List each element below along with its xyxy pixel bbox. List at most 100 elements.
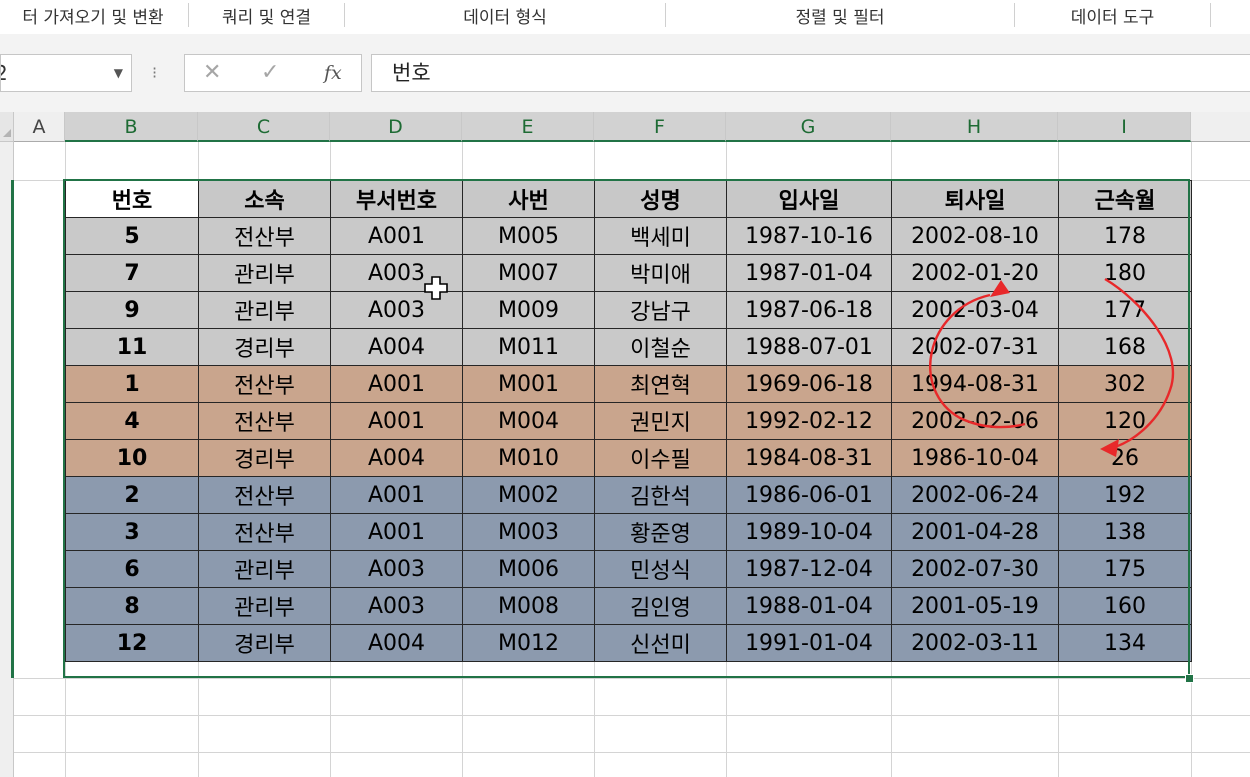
formula-input[interactable]: 번호 — [371, 54, 1250, 92]
column-header-h[interactable]: H — [891, 112, 1058, 142]
cell-dept-code[interactable]: A001 — [330, 513, 463, 551]
cell-leave-date[interactable]: 2002-01-20 — [891, 254, 1059, 292]
fill-handle[interactable] — [1185, 674, 1194, 683]
cell-tenure-months[interactable]: 120 — [1058, 402, 1192, 440]
cell-dept-code[interactable]: A004 — [330, 624, 463, 662]
cell-employee-id[interactable]: M011 — [462, 328, 595, 366]
cell-employee-id[interactable]: M007 — [462, 254, 595, 292]
cell-employee-id[interactable]: M006 — [462, 550, 595, 588]
cell-number[interactable]: 10 — [65, 439, 199, 477]
header-cell-department[interactable]: 소속 — [198, 180, 331, 218]
cell-hire-date[interactable]: 1987-06-18 — [726, 291, 892, 329]
cell-number[interactable]: 11 — [65, 328, 199, 366]
employee-table[interactable]: 번호 소속 부서번호 사번 성명 입사일 퇴사일 근속월 5 전산부 A001 … — [65, 180, 1192, 662]
cell-department[interactable]: 전산부 — [198, 402, 331, 440]
cell-department[interactable]: 전산부 — [198, 476, 331, 514]
column-header-j[interactable] — [1191, 112, 1250, 142]
cell-number[interactable]: 9 — [65, 291, 199, 329]
cell-tenure-months[interactable]: 175 — [1058, 550, 1192, 588]
column-header-d[interactable]: D — [330, 112, 462, 142]
column-header-i[interactable]: I — [1058, 112, 1191, 142]
cell-department[interactable]: 경리부 — [198, 439, 331, 477]
cell-leave-date[interactable]: 2001-04-28 — [891, 513, 1059, 551]
cell-hire-date[interactable]: 1988-01-04 — [726, 587, 892, 625]
cell-leave-date[interactable]: 2002-08-10 — [891, 217, 1059, 255]
cell-leave-date[interactable]: 2002-07-31 — [891, 328, 1059, 366]
header-cell-number[interactable]: 번호 — [65, 180, 199, 218]
cell-name[interactable]: 권민지 — [594, 402, 727, 440]
cell-leave-date[interactable]: 1986-10-04 — [891, 439, 1059, 477]
cell-tenure-months[interactable]: 178 — [1058, 217, 1192, 255]
cell-dept-code[interactable]: A001 — [330, 365, 463, 403]
cell-number[interactable]: 5 — [65, 217, 199, 255]
column-header-b[interactable]: B — [65, 112, 198, 142]
cell-name[interactable]: 박미애 — [594, 254, 727, 292]
cell-tenure-months[interactable]: 192 — [1058, 476, 1192, 514]
cell-number[interactable]: 4 — [65, 402, 199, 440]
formula-bar-grip-icon[interactable]: ⁝ — [152, 54, 157, 92]
cell-name[interactable]: 민성식 — [594, 550, 727, 588]
cell-dept-code[interactable]: A001 — [330, 476, 463, 514]
cell-department[interactable]: 경리부 — [198, 624, 331, 662]
cancel-icon[interactable]: ✕ — [203, 55, 221, 91]
cell-dept-code[interactable]: A001 — [330, 217, 463, 255]
column-header-g[interactable]: G — [726, 112, 891, 142]
cell-number[interactable]: 7 — [65, 254, 199, 292]
cell-hire-date[interactable]: 1991-01-04 — [726, 624, 892, 662]
cell-hire-date[interactable]: 1992-02-12 — [726, 402, 892, 440]
cell-department[interactable]: 관리부 — [198, 550, 331, 588]
cell-hire-date[interactable]: 1987-12-04 — [726, 550, 892, 588]
cell-department[interactable]: 관리부 — [198, 587, 331, 625]
cell-dept-code[interactable]: A003 — [330, 587, 463, 625]
cell-leave-date[interactable]: 2002-03-04 — [891, 291, 1059, 329]
header-cell-employee-id[interactable]: 사번 — [462, 180, 595, 218]
cell-tenure-months[interactable]: 177 — [1058, 291, 1192, 329]
cell-tenure-months[interactable]: 26 — [1058, 439, 1192, 477]
cell-tenure-months[interactable]: 180 — [1058, 254, 1192, 292]
cell-department[interactable]: 관리부 — [198, 291, 331, 329]
header-cell-leave-date[interactable]: 퇴사일 — [891, 180, 1059, 218]
insert-function-icon[interactable]: fx — [324, 55, 342, 91]
cell-number[interactable]: 2 — [65, 476, 199, 514]
cell-employee-id[interactable]: M010 — [462, 439, 595, 477]
cell-employee-id[interactable]: M002 — [462, 476, 595, 514]
cell-name[interactable]: 신선미 — [594, 624, 727, 662]
cell-employee-id[interactable]: M008 — [462, 587, 595, 625]
cell-number[interactable]: 6 — [65, 550, 199, 588]
cell-employee-id[interactable]: M003 — [462, 513, 595, 551]
cell-name[interactable]: 백세미 — [594, 217, 727, 255]
cell-leave-date[interactable]: 2001-05-19 — [891, 587, 1059, 625]
header-cell-dept-code[interactable]: 부서번호 — [330, 180, 463, 218]
column-header-a[interactable]: A — [14, 112, 65, 142]
name-box[interactable]: 2 ▼ — [0, 54, 132, 92]
cell-department[interactable]: 관리부 — [198, 254, 331, 292]
cell-hire-date[interactable]: 1984-08-31 — [726, 439, 892, 477]
cell-tenure-months[interactable]: 160 — [1058, 587, 1192, 625]
cell-department[interactable]: 전산부 — [198, 365, 331, 403]
cell-number[interactable]: 1 — [65, 365, 199, 403]
select-all-button[interactable] — [0, 112, 14, 142]
cell-employee-id[interactable]: M012 — [462, 624, 595, 662]
cell-tenure-months[interactable]: 168 — [1058, 328, 1192, 366]
cell-number[interactable]: 12 — [65, 624, 199, 662]
cell-dept-code[interactable]: A001 — [330, 402, 463, 440]
cell-tenure-months[interactable]: 138 — [1058, 513, 1192, 551]
cell-hire-date[interactable]: 1969-06-18 — [726, 365, 892, 403]
cell-number[interactable]: 3 — [65, 513, 199, 551]
cell-employee-id[interactable]: M001 — [462, 365, 595, 403]
cell-hire-date[interactable]: 1987-10-16 — [726, 217, 892, 255]
cell-hire-date[interactable]: 1987-01-04 — [726, 254, 892, 292]
cell-name[interactable]: 강남구 — [594, 291, 727, 329]
cell-department[interactable]: 전산부 — [198, 217, 331, 255]
cell-name[interactable]: 김한석 — [594, 476, 727, 514]
column-header-f[interactable]: F — [594, 112, 726, 142]
cell-name[interactable]: 이철순 — [594, 328, 727, 366]
cell-department[interactable]: 전산부 — [198, 513, 331, 551]
header-cell-name[interactable]: 성명 — [594, 180, 727, 218]
cell-leave-date[interactable]: 2002-07-30 — [891, 550, 1059, 588]
cell-employee-id[interactable]: M004 — [462, 402, 595, 440]
column-header-c[interactable]: C — [198, 112, 330, 142]
enter-check-icon[interactable]: ✓ — [261, 55, 279, 91]
cell-hire-date[interactable]: 1988-07-01 — [726, 328, 892, 366]
header-cell-tenure-months[interactable]: 근속월 — [1058, 180, 1192, 218]
